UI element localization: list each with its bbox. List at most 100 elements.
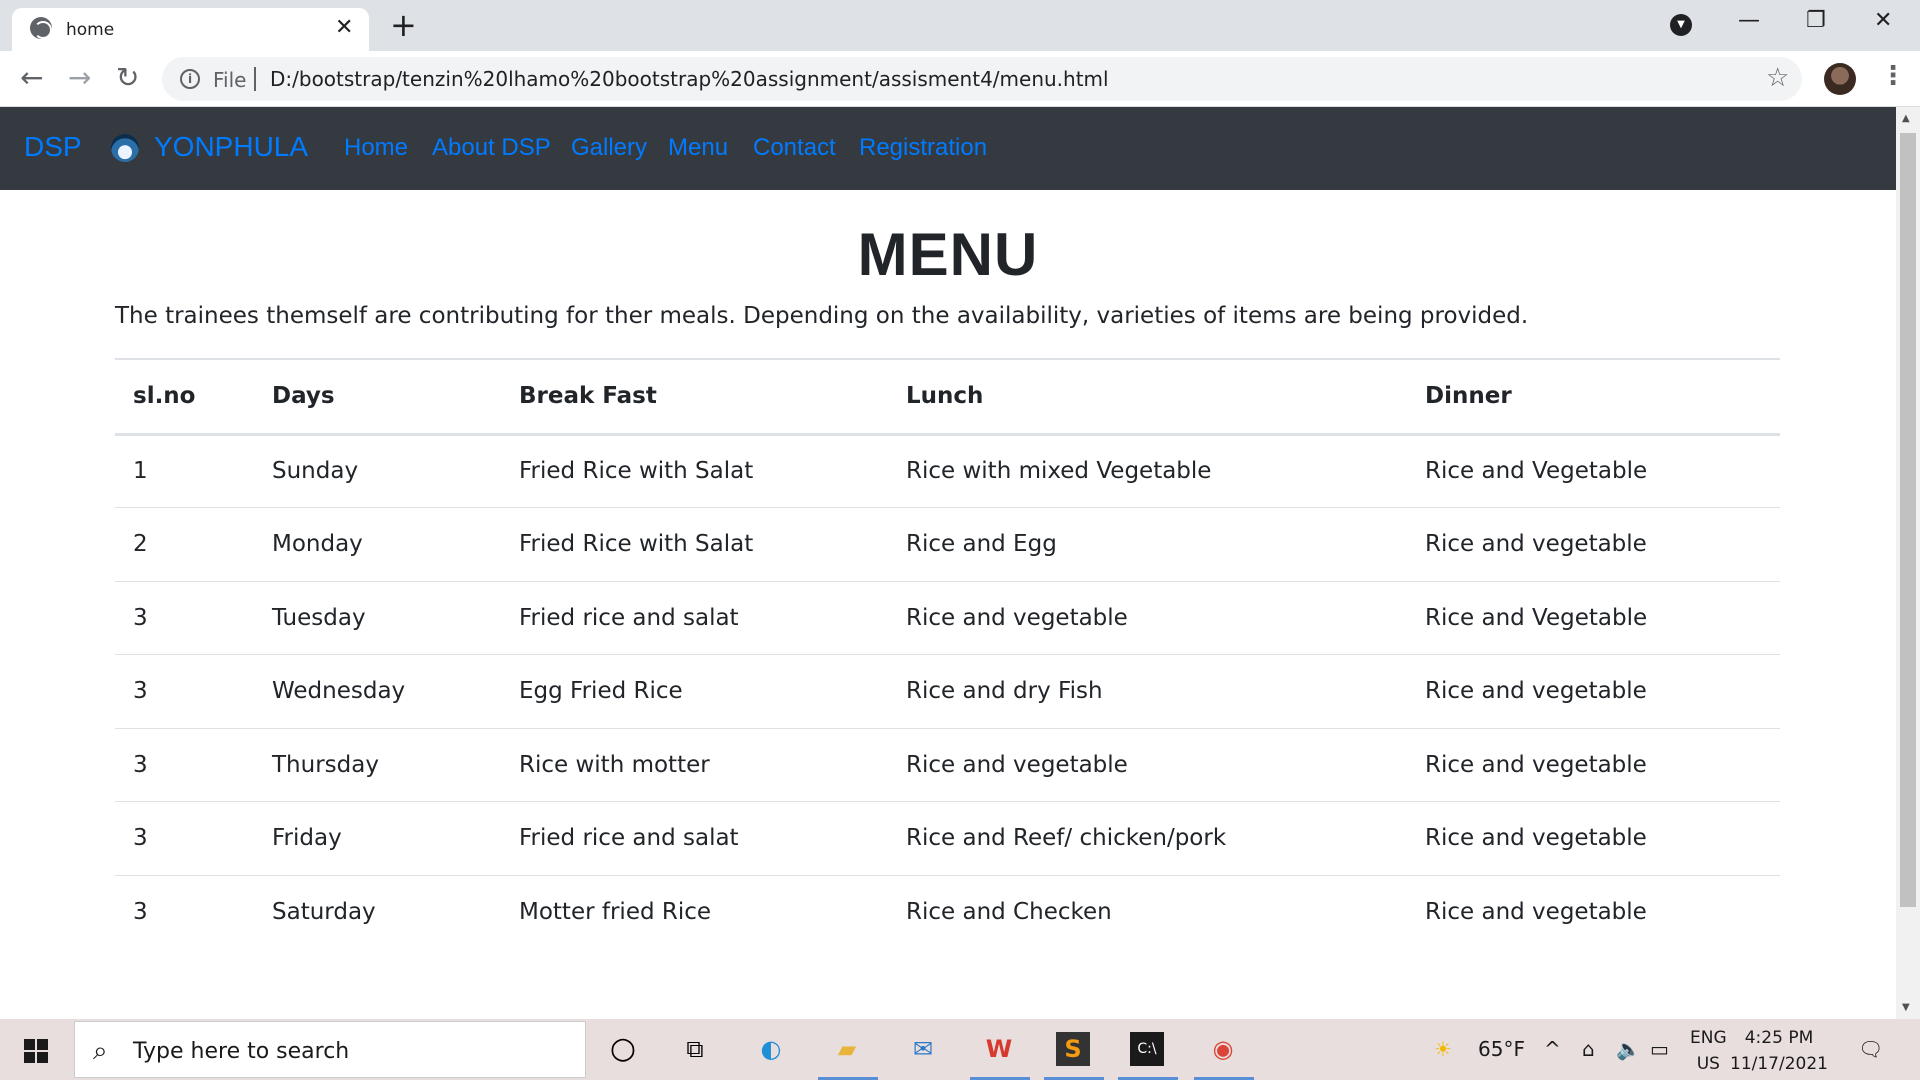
cell-lunch: Rice and vegetable	[888, 581, 1407, 655]
clock-date: 11/17/2021	[1730, 1054, 1828, 1074]
page-viewport: DSP YONPHULA Home About DSP Gallery Menu…	[0, 107, 1896, 1019]
clock-time: 4:25 PM	[1744, 1028, 1814, 1048]
file-explorer-icon[interactable]: ▰	[830, 1032, 864, 1066]
task-view-icon[interactable]: ⧉	[678, 1032, 712, 1066]
table-row: 3 Thursday Rice with motter Rice and veg…	[115, 728, 1780, 802]
nav-link-menu[interactable]: Menu	[668, 134, 728, 162]
chrome-icon[interactable]: ◉	[1206, 1032, 1240, 1066]
cell-dinner: Rice and vegetable	[1407, 728, 1780, 802]
nav-link-contact[interactable]: Contact	[753, 134, 836, 162]
cell-lunch: Rice and Egg	[888, 507, 1407, 582]
address-bar[interactable]: i File D:/bootstrap/tenzin%20lhamo%20boo…	[162, 57, 1802, 101]
bookmark-star-icon[interactable]: ☆	[1766, 63, 1789, 93]
url-text[interactable]: D:/bootstrap/tenzin%20lhamo%20bootstrap%…	[270, 67, 1109, 91]
column-header-slno: sl.no	[115, 358, 254, 436]
page-title: MENU	[857, 221, 1039, 288]
lang-line1: ENG	[1690, 1028, 1727, 1048]
search-placeholder: Type here to search	[133, 1039, 350, 1064]
back-icon[interactable]: ←	[20, 63, 43, 93]
cell-lunch: Rice and vegetable	[888, 728, 1407, 802]
cell-breakfast: Fried Rice with Salat	[501, 434, 888, 508]
menu-table: sl.no Days Break Fast Lunch Dinner 1 Sun…	[115, 358, 1780, 949]
divider	[254, 67, 256, 91]
cell-lunch: Rice and Checken	[906, 899, 1112, 925]
search-icon: ⌕	[93, 1036, 108, 1066]
windows-taskbar: ⌕ Type here to search ○ ⧉ ◐ ▰ ✉ W S C:\ …	[0, 1019, 1920, 1080]
globe-icon	[30, 17, 52, 39]
table-row: 3 Friday Fried rice and salat Rice and R…	[115, 801, 1780, 876]
cell-dinner: Rice and vegetable	[1407, 654, 1780, 729]
column-header-lunch: Lunch	[888, 358, 1407, 436]
forward-icon[interactable]: →	[68, 63, 91, 93]
cell-dinner: Rice and vegetable	[1407, 801, 1780, 876]
notifications-icon[interactable]: 🗨	[1858, 1037, 1883, 1061]
tab-search-icon[interactable]: ▼	[1670, 14, 1692, 36]
weather-icon[interactable]: ☀	[1434, 1037, 1452, 1061]
sublime-text-icon[interactable]: S	[1056, 1032, 1090, 1066]
window-close-icon[interactable]: ✕	[1874, 8, 1892, 33]
cell-lunch: Rice and dry Fish	[888, 654, 1407, 729]
cell-breakfast: Rice with motter	[501, 728, 888, 802]
cell-breakfast: Fried Rice with Salat	[501, 507, 888, 582]
mail-icon[interactable]: ✉	[906, 1032, 940, 1066]
profile-avatar[interactable]	[1824, 63, 1856, 95]
nav-link-gallery[interactable]: Gallery	[571, 134, 647, 162]
cell-day: Monday	[254, 507, 501, 582]
info-icon[interactable]: i	[180, 69, 200, 89]
cell-day: Saturday	[272, 899, 376, 925]
cell-day: Wednesday	[254, 654, 501, 729]
minimize-icon[interactable]: —	[1738, 8, 1760, 33]
volume-icon[interactable]: 🔈	[1616, 1037, 1641, 1061]
wps-writer-icon[interactable]: W	[982, 1032, 1016, 1066]
cell-lunch: Rice with mixed Vegetable	[888, 434, 1407, 508]
cell-day: Friday	[254, 801, 501, 876]
brand-yonphula-link[interactable]: YONPHULA	[154, 131, 308, 163]
page-scrollbar[interactable]: ▲ ▼	[1896, 107, 1920, 1019]
table-row: 3 Saturday Motter fried Rice Rice and Ch…	[115, 875, 1780, 949]
cell-lunch: Rice and Reef/ chicken/pork	[888, 801, 1407, 876]
cell-slno: 3	[133, 899, 148, 925]
reload-icon[interactable]: ↻	[116, 63, 139, 93]
cell-day: Sunday	[254, 434, 501, 508]
nav-link-home[interactable]: Home	[344, 134, 408, 162]
cell-slno: 3	[115, 801, 254, 876]
cortana-icon[interactable]: ○	[606, 1032, 640, 1066]
column-header-days: Days	[254, 358, 501, 436]
scroll-down-arrow-icon[interactable]: ▼	[1902, 1002, 1910, 1013]
lang-line2: US	[1696, 1054, 1720, 1074]
chevron-up-icon[interactable]: ^	[1544, 1037, 1561, 1061]
network-icon[interactable]: ⌂	[1582, 1037, 1595, 1061]
cell-dinner: Rice and vegetable	[1407, 507, 1780, 582]
nav-link-registration[interactable]: Registration	[859, 134, 987, 162]
nav-link-about[interactable]: About DSP	[432, 134, 551, 162]
browser-tab[interactable]: home ✕	[12, 8, 369, 51]
taskbar-search-box[interactable]: ⌕ Type here to search	[74, 1021, 586, 1078]
edge-browser-icon[interactable]: ◐	[754, 1032, 788, 1066]
system-clock[interactable]: 4:25 PM 11/17/2021	[1730, 1025, 1828, 1077]
cell-breakfast: Egg Fried Rice	[501, 654, 888, 729]
restore-icon[interactable]: ❐	[1806, 8, 1826, 33]
table-header-row: sl.no Days Break Fast Lunch Dinner	[115, 358, 1780, 436]
close-tab-icon[interactable]: ✕	[335, 15, 353, 40]
brand-dsp-link[interactable]: DSP	[24, 131, 82, 163]
weather-temp[interactable]: 65°F	[1478, 1037, 1525, 1061]
logo-icon	[111, 134, 139, 162]
scrollbar-thumb[interactable]	[1900, 133, 1916, 907]
cell-dinner: Rice and vegetable	[1425, 899, 1647, 925]
terminal-icon[interactable]: C:\	[1130, 1032, 1164, 1066]
tab-title: home	[66, 20, 115, 40]
new-tab-button[interactable]: +	[390, 8, 417, 42]
cell-dinner: Rice and Vegetable	[1407, 434, 1780, 508]
battery-icon[interactable]: ▭	[1650, 1037, 1669, 1061]
menu-kebab-icon[interactable]: ⋮	[1880, 61, 1906, 91]
cell-day: Thursday	[254, 728, 501, 802]
windows-start-icon[interactable]	[24, 1039, 48, 1063]
browser-toolbar: ← → ↻ i File D:/bootstrap/tenzin%20lhamo…	[0, 51, 1920, 107]
cell-breakfast: Fried rice and salat	[501, 581, 888, 655]
intro-text: The trainees themself are contributing f…	[115, 303, 1529, 329]
table-row: 3 Tuesday Fried rice and salat Rice and …	[115, 581, 1780, 655]
cell-day: Tuesday	[254, 581, 501, 655]
file-label: File	[213, 68, 247, 92]
language-indicator[interactable]: ENG US	[1690, 1025, 1727, 1077]
scroll-up-arrow-icon[interactable]: ▲	[1902, 113, 1910, 124]
